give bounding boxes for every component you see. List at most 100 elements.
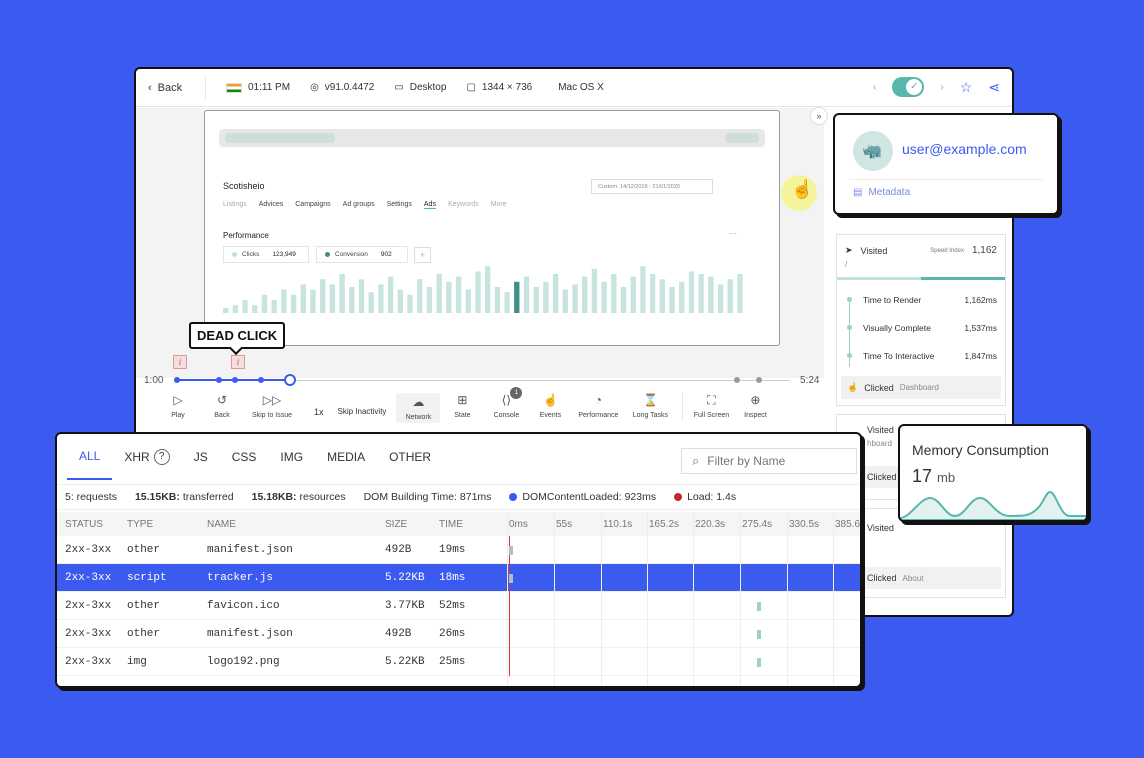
share-icon[interactable]: ⋖ xyxy=(988,79,1000,96)
dead-click-tooltip: DEAD CLICK xyxy=(189,322,286,349)
waterfall-tick: 165.2s xyxy=(649,518,680,530)
state-button[interactable]: ⊞ State xyxy=(440,393,484,419)
mini-chart-bar xyxy=(223,307,229,313)
waterfall-gridline xyxy=(740,512,741,686)
waterfall-tick: 220.3s xyxy=(695,518,726,530)
clicked-event[interactable]: ☝ Clicked Dashboard xyxy=(841,376,1001,399)
star-icon[interactable]: ☆ xyxy=(960,79,973,96)
site-tabs: Listings Advices Campaigns Ad groups Set… xyxy=(223,201,507,209)
browser-version: ◎ v91.0.4472 xyxy=(310,82,375,93)
dead-click-marker-icon[interactable]: i xyxy=(231,355,245,369)
next-session-icon[interactable]: › xyxy=(940,82,943,93)
site-tab: Advices xyxy=(258,201,284,208)
performance-button[interactable]: ◔ Performance xyxy=(572,393,624,419)
waterfall-tick: 0ms xyxy=(509,518,528,530)
click-highlight: ☝ xyxy=(781,175,817,211)
mini-chart-bar xyxy=(562,289,568,313)
tab-xhr[interactable]: XHR ? xyxy=(112,434,181,480)
speed-button[interactable]: 1x xyxy=(314,407,324,417)
navigation-icon: ➤ xyxy=(845,245,853,255)
mini-chart-bar xyxy=(523,276,530,313)
waterfall-gridline xyxy=(833,512,834,686)
long-tasks-button[interactable]: ⌛ Long Tasks xyxy=(624,393,676,419)
rewind-button[interactable]: ↺ Back xyxy=(200,393,244,419)
memory-title: Memory Consumption xyxy=(912,442,1049,458)
tab-img[interactable]: IMG xyxy=(268,434,315,480)
skip-inactivity-toggle[interactable]: Skip Inactivity xyxy=(338,407,387,416)
gauge-icon: ◔ xyxy=(594,393,603,407)
col-status[interactable]: STATUS xyxy=(65,512,103,536)
mini-chart-bar xyxy=(582,276,588,313)
timeline-event[interactable] xyxy=(734,377,740,383)
metric-row: Time To Interactive 1,847ms xyxy=(837,342,1005,370)
mini-chart-bar xyxy=(572,284,578,313)
hourglass-icon: ⌛ xyxy=(642,393,658,407)
network-button[interactable]: ☁ Network xyxy=(396,393,441,423)
help-icon[interactable]: ? xyxy=(153,449,170,465)
mini-chart-bar xyxy=(387,276,394,313)
replayed-page: Scotisheio Listings Advices Campaigns Ad… xyxy=(204,110,817,346)
col-size[interactable]: SIZE xyxy=(385,512,407,536)
visited-label: Visited xyxy=(860,245,888,256)
timeline-event[interactable] xyxy=(174,377,180,383)
back-button[interactable]: ‹ Back xyxy=(136,76,206,99)
conversion-dot xyxy=(325,252,330,257)
console-button[interactable]: ⟨⟩ 1 Console xyxy=(484,387,528,419)
metadata-link[interactable]: ▤ Metadata xyxy=(853,187,910,198)
tab-js[interactable]: JS xyxy=(182,434,220,480)
visited-event-card[interactable]: ➤ Visited Speed Index 1,162 / Time to Re… xyxy=(836,234,1006,406)
timeline-event[interactable] xyxy=(258,377,264,383)
metric-row: Visually Complete 1,537ms xyxy=(837,314,1005,342)
site-tab: Settings xyxy=(386,201,412,208)
inspect-button[interactable]: ⊕ Inspect xyxy=(733,393,777,419)
skip-to-issue-button[interactable]: ▷▷ Skip to Issue xyxy=(244,393,300,419)
tab-css[interactable]: CSS xyxy=(220,434,269,480)
prev-session-icon[interactable]: ‹ xyxy=(873,82,876,93)
search-icon: ⌕ xyxy=(692,453,700,468)
load-dot-icon xyxy=(674,493,683,501)
events-button[interactable]: ☝ Events xyxy=(528,393,572,419)
player-controls: ▷ Play ↺ Back ▷▷ Skip to Issue 1x Skip I… xyxy=(156,387,777,423)
waterfall-tick: 330.5s xyxy=(789,518,820,530)
fullscreen-button[interactable]: ⛶ Full Screen xyxy=(689,393,733,419)
waterfall-gridline xyxy=(507,512,508,686)
issue-marker-icon[interactable]: i xyxy=(173,355,187,369)
col-time[interactable]: TIME xyxy=(439,512,463,536)
mini-chart-bar xyxy=(281,289,287,313)
console-count-badge: 1 xyxy=(510,387,523,399)
waterfall-tick: 110.1s xyxy=(603,518,633,530)
site-tab: Campaigns xyxy=(295,201,331,208)
collapse-sidebar-icon[interactable]: » xyxy=(810,107,828,125)
timeline-event[interactable] xyxy=(756,377,762,383)
mini-chart-bar xyxy=(698,274,704,313)
timeline-scrubber[interactable] xyxy=(284,374,296,386)
mini-chart-bar xyxy=(465,289,471,313)
mini-chart-bar xyxy=(397,289,404,313)
play-button[interactable]: ▷ Play xyxy=(156,393,200,419)
mini-chart-bar xyxy=(601,281,607,313)
memory-card: Memory Consumption 17 mb xyxy=(898,424,1088,522)
autoplay-toggle[interactable] xyxy=(892,77,925,97)
mini-chart-bar xyxy=(232,305,239,313)
site-tab: Listings xyxy=(223,201,247,208)
col-name[interactable]: NAME xyxy=(207,512,236,536)
timeline-end: 5:24 xyxy=(800,375,820,386)
timeline-event[interactable] xyxy=(216,377,222,383)
filter-input[interactable] xyxy=(707,454,848,468)
col-type[interactable]: TYPE xyxy=(127,512,153,536)
mini-chart-bar xyxy=(630,276,636,313)
hand-icon: ☝ xyxy=(847,382,859,392)
tab-all[interactable]: ALL xyxy=(67,434,113,480)
user-email[interactable]: user@example.com xyxy=(902,141,1027,157)
mini-chart-bar xyxy=(252,305,258,313)
mini-chart-bar xyxy=(261,294,268,313)
waterfall-bar xyxy=(757,658,761,667)
mini-chart-bar xyxy=(504,292,510,313)
mini-chart-bar xyxy=(727,279,733,313)
fullscreen-icon: ⛶ xyxy=(707,393,716,407)
tab-media[interactable]: MEDIA xyxy=(315,434,377,480)
load-marker-line xyxy=(509,536,510,676)
waterfall-bar xyxy=(757,630,761,639)
timeline-event[interactable] xyxy=(232,377,238,383)
tab-other[interactable]: OTHER xyxy=(377,434,443,480)
